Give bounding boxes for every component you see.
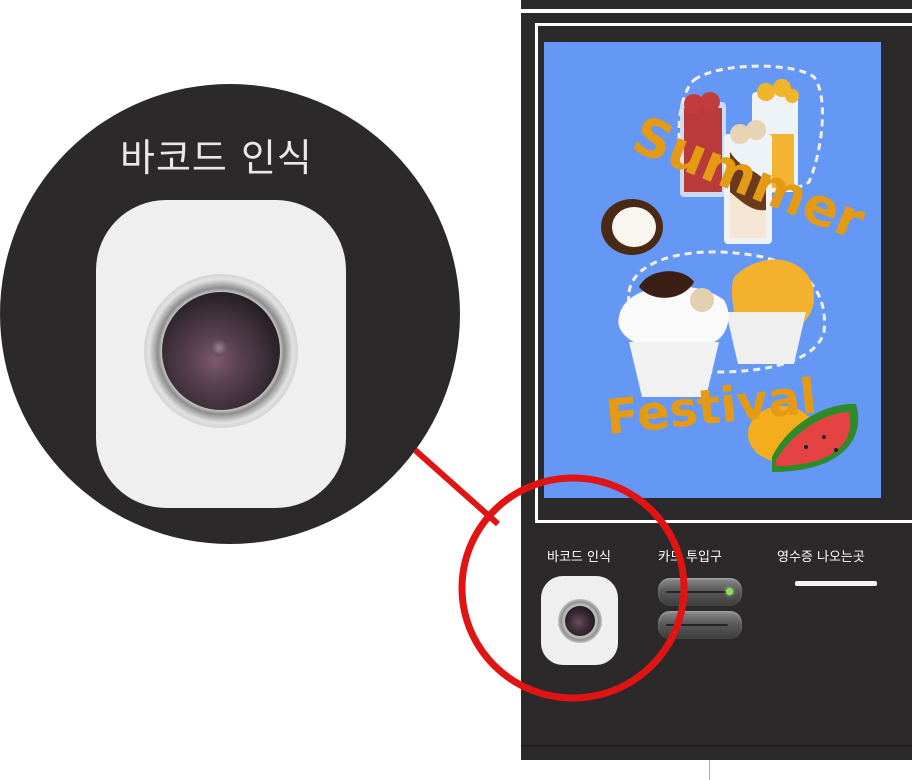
card-slot-lower-groove — [666, 624, 728, 626]
floor-line — [709, 760, 710, 780]
kiosk-bottom-edge — [521, 745, 912, 747]
barcode-scanner-zoomed — [96, 200, 346, 508]
coconut-illustration — [601, 199, 663, 255]
summer-festival-poster: Summer Festival — [601, 64, 873, 472]
receipt-slot-label: 영수증 나오는곳 — [777, 550, 865, 565]
barcode-label: 바코드 인식 — [547, 550, 611, 565]
camera-lens-glint — [211, 340, 227, 356]
card-slot[interactable] — [658, 578, 742, 606]
kiosk-top-edge — [521, 9, 912, 13]
card-slot-groove — [666, 591, 728, 593]
card-slot-lower[interactable] — [658, 611, 742, 639]
connector-line — [413, 447, 500, 527]
card-slot-label: 카드 투입구 — [658, 550, 722, 565]
receipt-slot[interactable] — [795, 581, 877, 586]
kiosk-screen[interactable]: Summer Festival — [544, 42, 881, 498]
zoom-barcode-label: 바코드 인식 — [120, 136, 313, 180]
barcode-scanner[interactable] — [541, 576, 618, 665]
card-led-indicator — [726, 588, 733, 595]
zoom-callout: 바코드 인식 — [0, 84, 460, 544]
camera-lens-inner — [565, 606, 595, 636]
